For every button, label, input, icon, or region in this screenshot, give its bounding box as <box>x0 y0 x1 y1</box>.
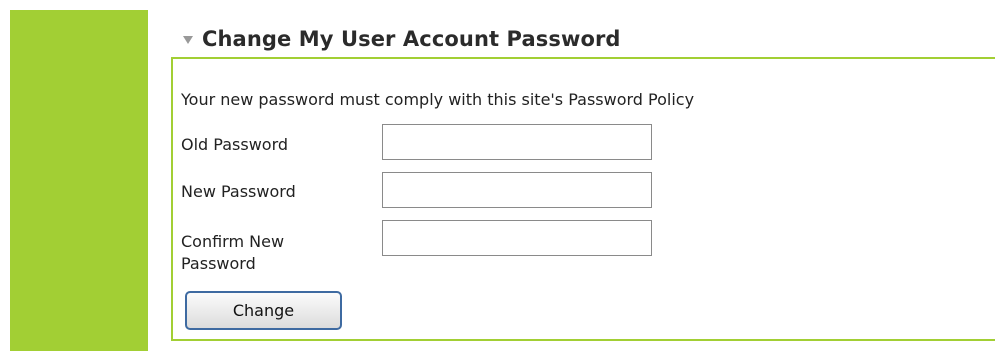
password-policy-text: Your new password must comply with this … <box>181 90 695 109</box>
confirm-password-label-line1: Confirm New <box>181 232 285 251</box>
change-button[interactable]: Change <box>185 291 342 330</box>
old-password-label: Old Password <box>181 135 289 154</box>
confirm-password-label-line2: Password <box>181 254 256 273</box>
old-password-field[interactable] <box>382 124 652 160</box>
new-password-label: New Password <box>181 182 296 201</box>
section-title: Change My User Account Password <box>202 27 621 51</box>
confirm-password-field[interactable] <box>382 220 652 256</box>
confirm-password-label: Confirm New Password <box>181 231 361 275</box>
section-header[interactable]: Change My User Account Password <box>183 24 621 54</box>
triangle-down-icon[interactable] <box>183 36 193 44</box>
sidebar-accent-bar <box>10 10 148 351</box>
new-password-field[interactable] <box>382 172 652 208</box>
